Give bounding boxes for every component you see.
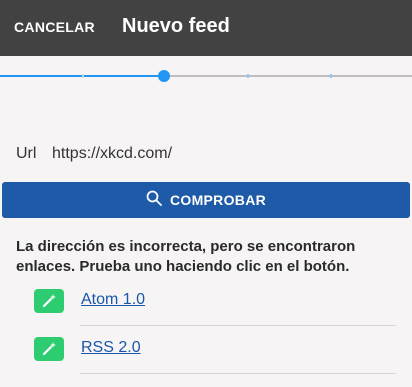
divider: [80, 325, 396, 326]
magic-wand-icon[interactable]: [34, 337, 64, 361]
divider: [80, 373, 396, 374]
progress-completed-track: [0, 75, 160, 77]
cancel-button[interactable]: CANCELAR: [14, 19, 95, 35]
check-button[interactable]: COMPROBAR: [2, 182, 410, 218]
search-icon: [146, 190, 162, 211]
url-value[interactable]: https://xkcd.com/: [52, 145, 172, 163]
page-title: Nuevo feed: [122, 15, 230, 37]
feed-link-rss[interactable]: RSS 2.0: [81, 339, 141, 357]
current-step-dot: [158, 70, 170, 82]
progress-remaining-track: [170, 75, 412, 77]
step-progress: [0, 68, 412, 84]
step-marker-5: [330, 74, 332, 78]
app-bar: CANCELAR Nuevo feed: [0, 0, 412, 56]
result-message: La dirección es incorrecta, pero se enco…: [16, 238, 356, 275]
feed-link-atom[interactable]: Atom 1.0: [81, 291, 145, 309]
step-marker-4: [247, 74, 249, 78]
feed-option-atom[interactable]: Atom 1.0: [34, 289, 396, 337]
step-marker-2: [82, 74, 84, 78]
url-label: Url: [16, 145, 37, 162]
check-button-label: COMPROBAR: [169, 192, 267, 208]
feed-option-rss[interactable]: RSS 2.0: [34, 337, 396, 385]
magic-wand-icon[interactable]: [34, 289, 64, 313]
